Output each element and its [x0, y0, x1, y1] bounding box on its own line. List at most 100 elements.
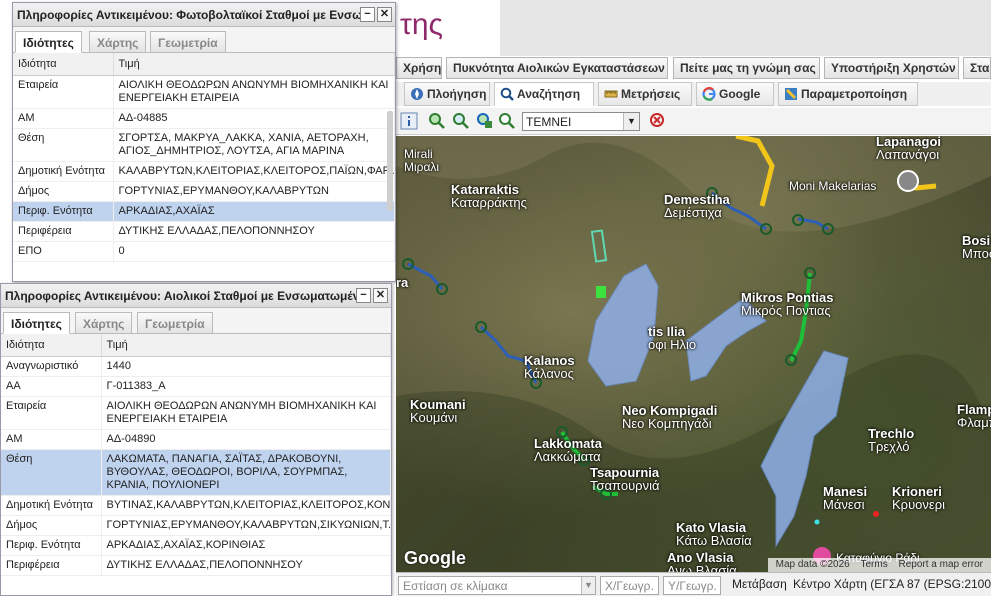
property-value: ΓΟΡΤΥΝΙΑΣ,ΕΡΥΜΑΝΘΟΥ,ΚΑΛΑΒΡΥΤΩΝ,ΣΙΚΥΩΝΙΩΝ…	[101, 515, 391, 536]
table-row[interactable]: Περιφ. Ενότητα ΑΡΚΑΔΙΑΣ,ΑΧΑΪΑΣ,ΚΟΡΙΝΘΙΑΣ	[1, 535, 391, 556]
table-row[interactable]: Εταιρεία ΑΙΟΛΙΚΗ ΘΕΟΔΩΡΩΝ ΑΝΩΝΥΜΗ ΒΙΟΜΗΧΑ…	[1, 396, 391, 430]
property-name: Αναγνωριστικό	[1, 356, 102, 377]
map-label-kalanos: Kalanos Κάλανος	[524, 353, 575, 381]
pv-outline[interactable]	[590, 229, 608, 263]
scrollbar[interactable]	[387, 111, 393, 211]
tab-wind-density[interactable]: Πυκνότητα Αιολικών Εγκαταστάσεων	[446, 57, 668, 79]
property-name: Εταιρεία	[13, 75, 114, 109]
tab-navigation-label: Πλοήγηση	[427, 87, 487, 101]
attribution-terms-link[interactable]: Terms	[861, 559, 888, 570]
tab-user-support[interactable]: Υποστήριξη Χρηστών	[824, 57, 959, 79]
tab-measurements[interactable]: Μετρήσεις	[598, 82, 692, 106]
property-name: ΑΑ	[1, 376, 102, 397]
close-button[interactable]: ✕	[377, 7, 392, 22]
property-value: 1440	[101, 356, 391, 377]
layer-select[interactable]: ΤΕΜΝΕΙ ▼	[522, 112, 640, 131]
properties-table: Ιδιότητα Τιμή Αναγνωριστικό 1440 ΑΑ Γ-01138…	[1, 334, 391, 576]
table-row[interactable]: ΕΠΟ 0	[13, 241, 395, 262]
column-header-value: Τιμή	[101, 334, 391, 357]
tab-google[interactable]: Google	[696, 82, 774, 106]
panel-title-text: Πληροφορίες Αντικειμένου: Αιολικοί Σταθμ…	[5, 289, 370, 303]
table-row-selected[interactable]: Θέση ΛΑΚΩΜΑΤΑ, ΠΑΝΑΓΙΑ, ΣΑΪΤΑΣ, ΔΡΑΚΟΒΟΥΝ…	[1, 449, 391, 496]
tab-settings[interactable]: Παραμετροποίηση	[778, 82, 918, 106]
header-background	[500, 0, 991, 56]
tab-navigation[interactable]: Πλοήγηση	[404, 82, 490, 106]
tab-search[interactable]: Αναζήτηση	[494, 82, 594, 106]
property-value: ΑΡΚΑΔΙΑΣ,ΑΧΑΪΑΣ,ΚΟΡΙΝΘΙΑΣ	[101, 535, 391, 556]
panel-title[interactable]: Πληροφορίες Αντικειμένου: Αιολικοί Σταθμ…	[1, 284, 391, 308]
query-polygon-icon[interactable]	[476, 112, 494, 130]
panel-title[interactable]: Πληροφορίες Αντικειμένου: Φωτοβολταϊκοί …	[13, 3, 395, 27]
tab-more[interactable]: Στα	[963, 57, 991, 79]
scale-input[interactable]: Εστίαση σε κλίμακα ▼	[398, 576, 596, 595]
google-logo: Google	[404, 548, 466, 568]
property-value: 0	[113, 241, 395, 262]
map-label-tsapournia: Tsapournia Τσαπουρνιά	[590, 465, 660, 493]
info-tool-icon[interactable]	[400, 112, 418, 130]
tab-properties[interactable]: Ιδιότητες	[15, 31, 82, 53]
table-row[interactable]: ΑΜ ΑΔ-04885	[13, 108, 395, 129]
go-to-button[interactable]: Μετάβαση	[732, 577, 787, 591]
y-coordinate-input[interactable]: Υ/Γεωγρ.	[663, 576, 721, 595]
table-row[interactable]: Δημοτική Ενότητα ΚΑΛΑΒΡΥΤΩΝ,ΚΛΕΙΤΟΡΙΑΣ,ΚΛ…	[13, 161, 395, 182]
table-row[interactable]: Περιφέρεια ΔΥΤΙΚΗΣ ΕΛΛΑΔΑΣ,ΠΕΛΟΠΟΝΝΗΣΟΥ	[1, 555, 391, 576]
map-label-mirali: Mirali Μιραλι	[404, 147, 440, 174]
table-row[interactable]: Θέση ΣΓΟΡΤΣΑ, ΜΑΚΡΥΑ_ΛΑΚΚΑ, ΧΑΝΙΑ, ΑΕΤΟΡΑ…	[13, 128, 395, 162]
tab-map[interactable]: Χάρτης	[89, 31, 147, 53]
column-header-property: Ιδιότητα	[13, 53, 114, 76]
query-area-icon[interactable]	[452, 112, 470, 130]
close-button[interactable]: ✕	[373, 288, 388, 303]
property-value: ΒΥΤΙΝΑΣ,ΚΑΛΑΒΡΥΤΩΝ,ΚΛΕΙΤΟΡΙΑΣ,ΚΛΕΙΤΟΡΟΣ,…	[101, 495, 391, 516]
tab-geometry[interactable]: Γεωμετρία	[137, 312, 213, 334]
zoom-search-icon[interactable]	[428, 112, 446, 130]
map-label-koumani: Koumani Κουμάνι	[410, 397, 466, 425]
table-row[interactable]: ΑΑ Γ-011383_Α	[1, 376, 391, 397]
attribution-map-data: Map data ©2026	[775, 559, 850, 570]
panel-tab-bar: Ιδιότητες Χάρτης Γεωμετρία	[13, 27, 395, 53]
clear-search-icon[interactable]	[649, 112, 667, 130]
property-value: ΛΑΚΩΜΑΤΑ, ΠΑΝΑΓΙΑ, ΣΑΪΤΑΣ, ΔΡΑΚΟΒΟΥΝΙ, Β…	[101, 449, 391, 496]
table-row[interactable]: Περιφέρεια ΔΥΤΙΚΗΣ ΕΛΛΑΔΑΣ,ΠΕΛΟΠΟΝΝΗΣΟΥ	[13, 221, 395, 242]
x-coordinate-input[interactable]: Χ/Γεωγρ.	[600, 576, 659, 595]
table-row[interactable]: ΑΜ ΑΔ-04890	[1, 429, 391, 450]
table-row[interactable]: Αναγνωριστικό 1440	[1, 356, 391, 377]
map-label-flampoura: FlampouraΦλαμπουρ	[957, 402, 991, 430]
map-canvas[interactable]: Mirali Μιραλι Lapanagoi Λαπανάγοι Katarrak…	[396, 136, 991, 572]
monastery-icon[interactable]	[897, 170, 919, 192]
point-marker	[814, 519, 820, 525]
tab-search-label: Αναζήτηση	[517, 87, 581, 101]
map-label-manesi: Manesi Μάνεσι	[823, 484, 868, 512]
property-value: ΔΥΤΙΚΗΣ ΕΛΛΑΔΑΣ,ΠΕΛΟΠΟΝΝΗΣΟΥ	[113, 221, 395, 242]
table-row[interactable]: Δήμος ΓΟΡΤΥΝΙΑΣ,ΕΡΥΜΑΝΘΟΥ,ΚΑΛΑΒΡΥΤΩΝ	[13, 181, 395, 202]
tab-feedback[interactable]: Πείτε μας τη γνώμη σας	[673, 57, 820, 79]
property-value: ΣΓΟΡΤΣΑ, ΜΑΚΡΥΑ_ΛΑΚΚΑ, ΧΑΝΙΑ, ΑΕΤΟΡΑΧΗ, …	[113, 128, 395, 162]
query-layer-icon[interactable]	[498, 112, 516, 130]
tab-usage[interactable]: Χρήσης	[396, 57, 442, 79]
attribution-report-link[interactable]: Report a map error	[899, 559, 983, 570]
point-marker	[873, 511, 879, 517]
table-row-selected[interactable]: Περιφ. Ενότητα ΑΡΚΑΔΙΑΣ,ΑΧΑΪΑΣ	[13, 201, 395, 222]
minimize-button[interactable]: −	[356, 288, 371, 303]
map-label-ilia: tis Ilia οφι Ηλιο	[648, 324, 697, 352]
chevron-down-icon[interactable]: ▼	[623, 113, 639, 130]
property-value: ΑΙΟΛΙΚΗ ΘΕΟΔΩΡΩΝ ΑΝΩΝΥΜΗ ΒΙΟΜΗΧΑΝΙΚΗ ΚΑΙ…	[101, 396, 391, 430]
magnifier-icon	[500, 87, 514, 101]
tab-geometry[interactable]: Γεωμετρία	[150, 31, 226, 53]
property-name: Εταιρεία	[1, 396, 102, 430]
minimize-button[interactable]: −	[360, 7, 375, 22]
map-label-kato-vlasia: Kato Vlasia Κάτω Βλασία	[676, 520, 752, 548]
tab-properties[interactable]: Ιδιότητες	[3, 312, 70, 334]
blue-line[interactable]	[407, 262, 444, 290]
property-name: Δήμος	[13, 181, 114, 202]
table-row[interactable]: Εταιρεία ΑΙΟΛΙΚΗ ΘΕΟΔΩΡΩΝ ΑΝΩΝΥΜΗ ΒΙΟΜΗΧΑ…	[13, 75, 395, 109]
property-value: ΑΡΚΑΔΙΑΣ,ΑΧΑΪΑΣ	[113, 201, 395, 222]
table-row[interactable]: Δημοτική Ενότητα ΒΥΤΙΝΑΣ,ΚΑΛΑΒΡΥΤΩΝ,ΚΛΕΙΤ…	[1, 495, 391, 516]
tab-map[interactable]: Χάρτης	[75, 312, 133, 334]
map-label-ra: ra	[396, 275, 409, 290]
pv-station-marker[interactable]	[596, 286, 606, 298]
chevron-down-icon[interactable]: ▼	[581, 577, 595, 594]
panel-title-text: Πληροφορίες Αντικειμένου: Φωτοβολταϊκοί …	[17, 8, 363, 22]
map-label-trechlo: Trechlo Τρεχλό	[868, 426, 915, 454]
table-row[interactable]: Δήμος ΓΟΡΤΥΝΙΑΣ,ΕΡΥΜΑΝΘΟΥ,ΚΑΛΑΒΡΥΤΩΝ,ΣΙΚΥ…	[1, 515, 391, 536]
map-label-katarraktis: Katarraktis Καταρράκτης	[451, 182, 527, 210]
